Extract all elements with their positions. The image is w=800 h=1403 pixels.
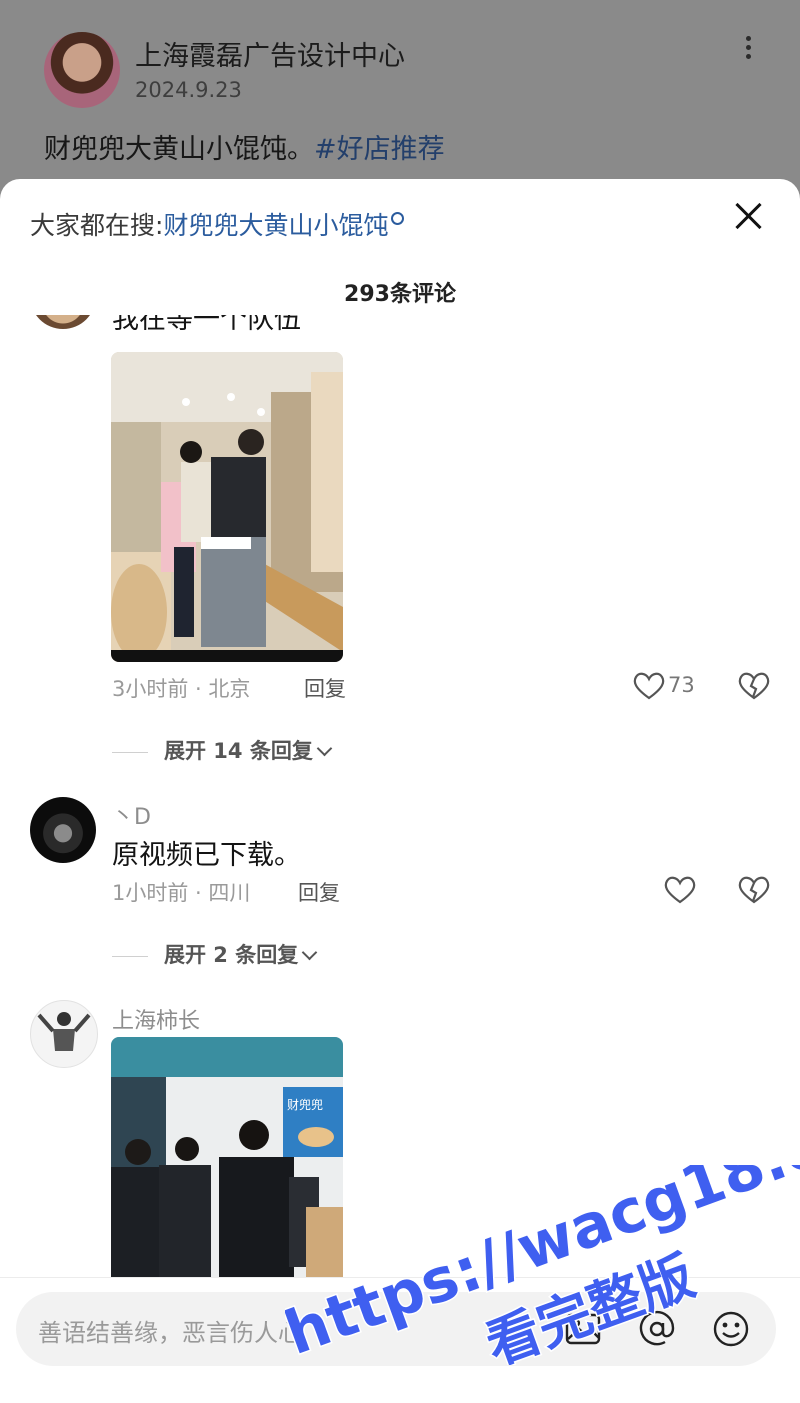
expand-replies-label: 展开 2 条回复 — [164, 943, 299, 967]
trending-search[interactable]: 大家都在搜:财兜兜大黄山小馄饨 — [30, 206, 405, 242]
comment-input-placeholder: 善语结善缘，恶言伤人心 — [38, 1319, 302, 1347]
expand-replies[interactable]: 展开 14 条回复 — [112, 735, 333, 765]
close-icon[interactable] — [734, 201, 764, 231]
avatar[interactable] — [30, 1000, 98, 1068]
comment-input[interactable]: 善语结善缘，恶言伤人心 — [16, 1292, 776, 1366]
expand-replies[interactable]: 展开 2 条回复 — [112, 939, 318, 969]
comment-count: 293条评论 — [344, 282, 456, 307]
store-sign: 财兜兜 — [287, 1097, 323, 1112]
expand-replies-label: 展开 14 条回复 — [164, 739, 313, 763]
mention-icon[interactable] — [638, 1310, 676, 1348]
avatar[interactable] — [30, 797, 96, 863]
dislike-icon[interactable] — [737, 671, 771, 701]
comment-text: 我在等一个队伍 — [112, 315, 301, 335]
author-name[interactable]: 上海霞磊广告设计中心 — [135, 34, 405, 73]
more-options-icon[interactable] — [733, 32, 763, 68]
comment-time-location: 3小时前 · 北京 — [112, 677, 251, 701]
post-body: 财兜兜大黄山小馄饨。 — [44, 134, 314, 165]
reply-button[interactable]: 回复 — [304, 673, 346, 703]
like-icon[interactable] — [663, 875, 697, 905]
comment-time-location: 1小时前 · 四川 — [112, 881, 251, 905]
trending-search-label: 大家都在搜: — [30, 211, 164, 240]
chevron-down-icon — [301, 944, 318, 961]
comment-photo[interactable]: 财兜兜 — [111, 1037, 343, 1277]
divider — [112, 751, 148, 753]
comment-sheet: 大家都在搜:财兜兜大黄山小馄饨 293条评论 我在等一个队伍 3小时前 · 北京… — [0, 179, 800, 1403]
search-icon — [391, 212, 405, 225]
author-avatar[interactable] — [44, 32, 120, 108]
avatar[interactable] — [30, 315, 96, 329]
commenter-name[interactable]: 上海柿长 — [112, 1003, 200, 1035]
dislike-icon[interactable] — [737, 875, 771, 905]
comment-input-bar: 善语结善缘，恶言伤人心 — [0, 1277, 800, 1403]
trending-search-keyword[interactable]: 财兜兜大黄山小馄饨 — [163, 211, 388, 240]
post-date: 2024.9.23 — [135, 78, 242, 102]
hashtag-link[interactable]: #好店推荐 — [314, 134, 445, 165]
comment-photo[interactable] — [111, 352, 343, 662]
image-icon[interactable] — [564, 1310, 602, 1348]
like-count: 73 — [668, 673, 695, 697]
like-icon[interactable] — [632, 671, 666, 701]
divider — [112, 955, 148, 957]
post-header: 上海霞磊广告设计中心 2024.9.23 财兜兜大黄山小馄饨。#好店推荐 — [0, 0, 800, 200]
emoji-icon[interactable] — [712, 1310, 750, 1348]
commenter-name[interactable]: 丶D — [112, 799, 151, 831]
reply-button[interactable]: 回复 — [298, 877, 340, 907]
avatar-figure-icon — [37, 1012, 91, 1051]
chevron-down-icon — [316, 740, 333, 757]
post-text: 财兜兜大黄山小馄饨。#好店推荐 — [44, 127, 445, 166]
comment-text: 原视频已下载。 — [112, 840, 301, 871]
comment-list[interactable]: 我在等一个队伍 3小时前 · 北京 回复 73 展开 14 条回复 丶D 原视频… — [0, 315, 800, 1277]
